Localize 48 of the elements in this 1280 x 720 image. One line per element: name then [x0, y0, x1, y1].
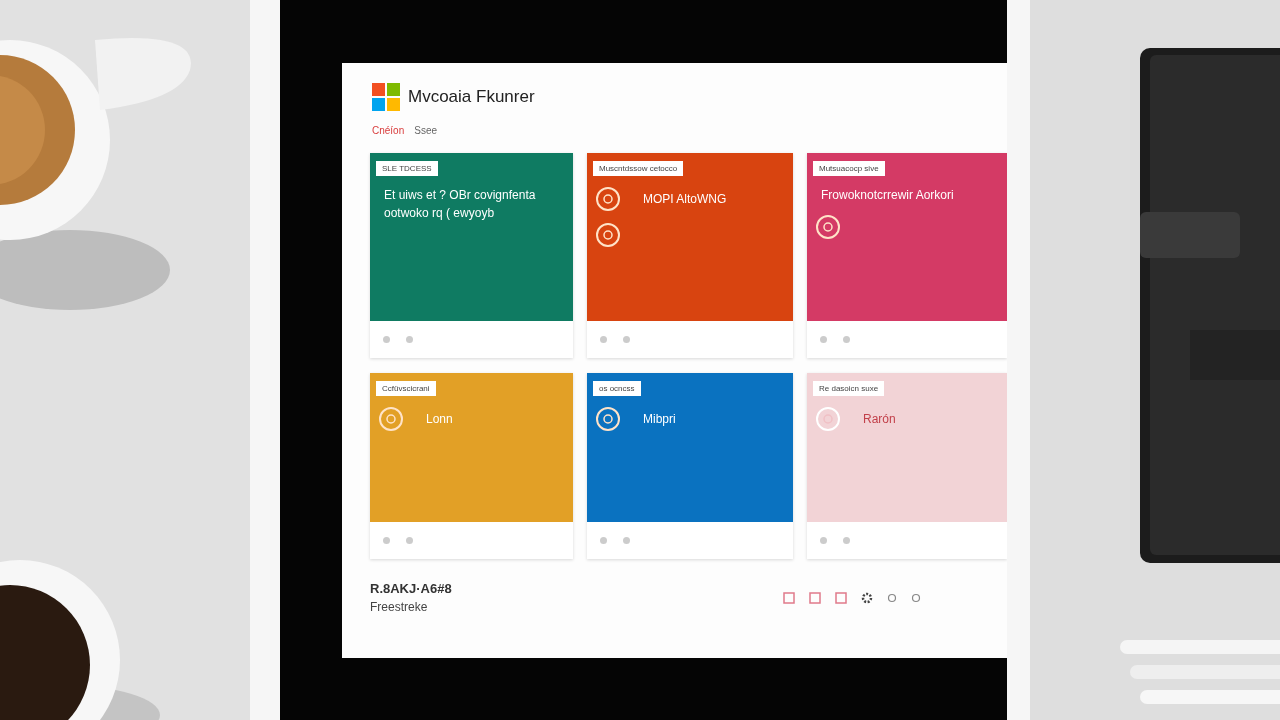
circle-icon [595, 222, 621, 248]
small-icon[interactable] [622, 536, 631, 545]
small-icon[interactable] [622, 335, 631, 344]
task-card[interactable]: Ccfüvscicrani Lonn [370, 373, 573, 559]
card-title: Rarón [862, 411, 897, 428]
small-icon[interactable] [405, 536, 414, 545]
tab[interactable]: Ssee [414, 125, 438, 136]
card-title: Frowoknotcrrewir Aorkori [820, 187, 955, 204]
footer-subtitle: Freestreke [370, 600, 429, 614]
small-icon[interactable] [911, 592, 921, 603]
small-icon[interactable] [819, 335, 828, 344]
small-icon[interactable] [405, 335, 414, 344]
app-title: Mvcoaia Fkunrer [408, 87, 535, 107]
square-icon[interactable] [835, 591, 847, 604]
small-icon[interactable] [819, 536, 828, 545]
small-icon[interactable] [599, 536, 608, 545]
small-icon[interactable] [382, 335, 391, 344]
card-tag: Re dasoicn suxe [813, 381, 885, 396]
small-icon[interactable] [887, 592, 897, 603]
card-tag: Mutsuacocp sive [813, 161, 885, 176]
task-card[interactable]: Mutsuacocp sive Frowoknotcrrewir Aorkori [807, 153, 1007, 358]
task-card[interactable]: Muscntdssow cetocco MOPI AltoWNG [587, 153, 793, 358]
card-title: Lonn [425, 411, 454, 428]
task-card[interactable]: Re dasoicn suxe Rarón [807, 373, 1007, 559]
settings-icon[interactable] [861, 591, 873, 604]
logo-icon [372, 83, 400, 111]
card-title: MOPI AltoWNG [642, 191, 728, 208]
card-tag: Muscntdssow cetocco [593, 161, 684, 176]
card-title: Mibpri [642, 411, 677, 428]
card-tag: SLE TDCESS [376, 161, 438, 176]
tab[interactable]: Cnéíon [372, 125, 405, 136]
task-card[interactable]: SLE TDCESS Et uiws et ? OBr covignfenta ootwoko rq ( ewyoyb [370, 153, 573, 358]
circle-icon [815, 214, 841, 240]
square-icon[interactable] [809, 591, 821, 604]
circle-icon [595, 406, 621, 432]
card-title: Et uiws et ? OBr covignfenta ootwoko rq ( ewyoyb [383, 187, 537, 222]
circle-icon [378, 406, 404, 432]
footer-name: R.8AKJ·A6#8 [370, 581, 452, 596]
card-tag: os ocncss [593, 381, 641, 396]
square-icon[interactable] [783, 591, 795, 604]
small-icon[interactable] [382, 536, 391, 545]
task-card[interactable]: os ocncss Mibpri [587, 373, 793, 559]
small-icon[interactable] [842, 536, 851, 545]
circle-icon [595, 186, 621, 212]
circle-icon [815, 406, 841, 432]
card-tag: Ccfüvscicrani [376, 381, 436, 396]
small-icon[interactable] [599, 335, 608, 344]
small-icon[interactable] [842, 335, 851, 344]
